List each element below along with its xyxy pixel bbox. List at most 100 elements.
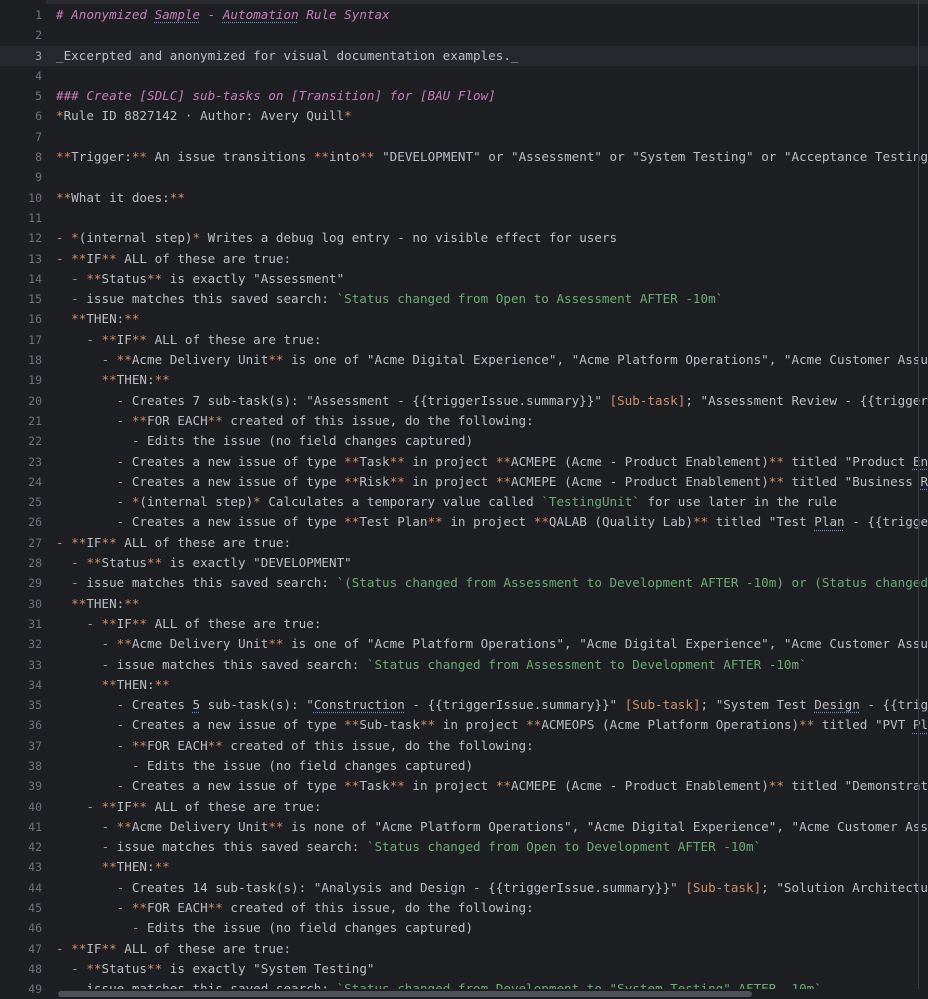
code-line[interactable]: 30 **THEN:**: [0, 594, 928, 614]
code-line[interactable]: 24 - Creates a new issue of type **Risk*…: [0, 472, 928, 492]
line-text[interactable]: **THEN:**: [56, 370, 169, 390]
line-text[interactable]: - **Status** is exactly "DEVELOPMENT": [56, 553, 352, 573]
line-text[interactable]: - issue matches this saved search: `Stat…: [56, 655, 806, 675]
line-text[interactable]: - issue matches this saved search: `Stat…: [56, 289, 723, 309]
code-line[interactable]: 46 - Edits the issue (no field changes c…: [0, 918, 928, 938]
line-text[interactable]: - Edits the issue (no field changes capt…: [56, 431, 473, 451]
line-text[interactable]: - **Acme Delivery Unit** is none of "Acm…: [56, 817, 928, 837]
line-text[interactable]: - **IF** ALL of these are true:: [56, 939, 291, 959]
code-line[interactable]: 18 - **Acme Delivery Unit** is one of "A…: [0, 350, 928, 370]
line-text[interactable]: - *(internal step)* Calculates a tempora…: [56, 492, 837, 512]
code-line[interactable]: 8 **Trigger:** An issue transitions **int…: [0, 147, 928, 167]
code-area[interactable]: 1 # Anonymized Sample - Automation Rule S…: [0, 5, 928, 999]
code-line[interactable]: 41 - **Acme Delivery Unit** is none of "…: [0, 817, 928, 837]
code-line[interactable]: 48 - **Status** is exactly "System Testi…: [0, 959, 928, 979]
line-text[interactable]: *Rule ID 8827142 · Author: Avery Quill*: [56, 106, 352, 126]
code-line[interactable]: 34 **THEN:**: [0, 675, 928, 695]
code-line[interactable]: 45 - **FOR EACH** created of this issue,…: [0, 898, 928, 918]
code-line[interactable]: 6 *Rule ID 8827142 · Author: Avery Quill*: [0, 106, 928, 126]
code-line[interactable]: 26 - Creates a new issue of type **Test …: [0, 512, 928, 532]
code-line[interactable]: 11: [0, 208, 928, 228]
line-text[interactable]: - Edits the issue (no field changes capt…: [56, 756, 473, 776]
code-line[interactable]: 10 **What it does:**: [0, 188, 928, 208]
text-token: is exactly "Assessment": [162, 270, 345, 286]
code-line[interactable]: 21 - **FOR EACH** created of this issue,…: [0, 411, 928, 431]
line-text[interactable]: - Creates 5 sub-task(s): "Construction -…: [56, 695, 928, 715]
line-text[interactable]: - Creates 7 sub-task(s): "Assessment - {…: [56, 391, 928, 411]
line-text[interactable]: **THEN:**: [56, 857, 169, 877]
line-text[interactable]: - **Status** is exactly "Assessment": [56, 269, 344, 289]
line-text[interactable]: - Creates 14 sub-task(s): "Analysis and …: [56, 878, 928, 898]
text-token: created of this issue, do the following:: [222, 900, 534, 916]
line-text[interactable]: - **FOR EACH** created of this issue, do…: [56, 411, 534, 431]
code-line[interactable]: 3 _Excerpted and anonymized for visual do…: [0, 45, 928, 66]
code-line[interactable]: 9: [0, 167, 928, 187]
line-text[interactable]: - *(internal step)* Writes a debug log e…: [56, 228, 617, 248]
code-line[interactable]: 15 - issue matches this saved search: `S…: [0, 289, 928, 309]
code-line[interactable]: 5 ### Create [SDLC] sub-tasks on [Transit…: [0, 86, 928, 106]
line-text[interactable]: # Anonymized Sample - Automation Rule Sy…: [56, 5, 390, 25]
line-text[interactable]: - **Acme Delivery Unit** is one of "Acme…: [56, 350, 928, 370]
text-token: -: [56, 534, 72, 550]
line-text[interactable]: - **Acme Delivery Unit** is one of "Acme…: [56, 634, 928, 654]
code-line[interactable]: 1 # Anonymized Sample - Automation Rule S…: [0, 5, 928, 25]
code-line[interactable]: 7: [0, 127, 928, 147]
code-line[interactable]: 31 - **IF** ALL of these are true:: [0, 614, 928, 634]
code-line[interactable]: 23 - Creates a new issue of type **Task*…: [0, 452, 928, 472]
code-line[interactable]: 19 **THEN:**: [0, 370, 928, 390]
line-text[interactable]: - issue matches this saved search: `Stat…: [56, 837, 761, 857]
line-text[interactable]: - **IF** ALL of these are true:: [56, 533, 291, 553]
code-line[interactable]: 43 **THEN:**: [0, 857, 928, 877]
code-line[interactable]: 22 - Edits the issue (no field changes c…: [0, 431, 928, 451]
line-text[interactable]: - **FOR EACH** created of this issue, do…: [56, 898, 534, 918]
line-text[interactable]: - Creates a new issue of type **Task** i…: [56, 452, 928, 472]
line-text[interactable]: **THEN:**: [56, 594, 139, 614]
code-line[interactable]: 25 - *(internal step)* Calculates a temp…: [0, 492, 928, 512]
code-line[interactable]: 16 **THEN:**: [0, 309, 928, 329]
code-line[interactable]: 20 - Creates 7 sub-task(s): "Assessment …: [0, 391, 928, 411]
line-text[interactable]: ### Create [SDLC] sub-tasks on [Transiti…: [56, 86, 496, 106]
line-text[interactable]: - issue matches this saved search: `(Sta…: [56, 573, 928, 593]
markdown-editor[interactable]: 1 # Anonymized Sample - Automation Rule S…: [0, 0, 928, 999]
code-line[interactable]: 33 - issue matches this saved search: `S…: [0, 655, 928, 675]
code-line[interactable]: 32 - **Acme Delivery Unit** is one of "A…: [0, 634, 928, 654]
code-line[interactable]: 2: [0, 25, 928, 45]
text-token: **: [389, 778, 405, 794]
line-text[interactable]: _Excerpted and anonymized for visual doc…: [56, 46, 519, 66]
line-text[interactable]: - **IF** ALL of these are true:: [56, 330, 321, 350]
code-line[interactable]: 47- **IF** ALL of these are true:: [0, 939, 928, 959]
code-line[interactable]: 38 - Edits the issue (no field changes c…: [0, 756, 928, 776]
code-line[interactable]: 17 - **IF** ALL of these are true:: [0, 330, 928, 350]
code-line[interactable]: 28 - **Status** is exactly "DEVELOPMENT": [0, 553, 928, 573]
line-text[interactable]: - Creates a new issue of type **Task** i…: [56, 776, 928, 796]
line-text[interactable]: **THEN:**: [56, 675, 169, 695]
code-line[interactable]: 36 - Creates a new issue of type **Sub-t…: [0, 715, 928, 735]
line-text[interactable]: - Edits the issue (no field changes capt…: [56, 918, 473, 938]
line-text[interactable]: **THEN:**: [56, 309, 139, 329]
line-text[interactable]: **Trigger:** An issue transitions **into…: [56, 147, 928, 167]
code-line[interactable]: 35 - Creates 5 sub-task(s): "Constructio…: [0, 695, 928, 715]
line-text[interactable]: - **Status** is exactly "System Testing": [56, 959, 374, 979]
line-text[interactable]: - **IF** ALL of these are true:: [56, 614, 321, 634]
line-text[interactable]: - Creates a new issue of type **Risk** i…: [56, 472, 928, 492]
code-line[interactable]: 42 - issue matches this saved search: `S…: [0, 837, 928, 857]
code-line[interactable]: 27- **IF** ALL of these are true:: [0, 533, 928, 553]
code-line[interactable]: 37 - **FOR EACH** created of this issue,…: [0, 736, 928, 756]
code-line[interactable]: 44 - Creates 14 sub-task(s): "Analysis a…: [0, 878, 928, 898]
line-text[interactable]: - Creates a new issue of type **Sub-task…: [56, 715, 928, 735]
code-line[interactable]: 39 - Creates a new issue of type **Task*…: [0, 776, 928, 796]
code-line[interactable]: 29 - issue matches this saved search: `(…: [0, 573, 928, 593]
text-token: **: [147, 960, 163, 976]
line-text[interactable]: **What it does:**: [56, 188, 185, 208]
line-text[interactable]: - **IF** ALL of these are true:: [56, 797, 321, 817]
code-line[interactable]: 14 - **Status** is exactly "Assessment": [0, 269, 928, 289]
code-line[interactable]: 4: [0, 66, 928, 86]
line-text[interactable]: - **FOR EACH** created of this issue, do…: [56, 736, 534, 756]
text-token: is one of "Acme Digital Experience", "Ac…: [283, 352, 928, 368]
code-line[interactable]: 40 - **IF** ALL of these are true:: [0, 797, 928, 817]
code-line[interactable]: 13- **IF** ALL of these are true:: [0, 249, 928, 269]
line-text[interactable]: - Creates a new issue of type **Test Pla…: [56, 512, 928, 532]
horizontal-scrollbar-thumb[interactable]: [58, 991, 752, 997]
code-line[interactable]: 12- *(internal step)* Writes a debug log…: [0, 228, 928, 248]
line-text[interactable]: - **IF** ALL of these are true:: [56, 249, 291, 269]
